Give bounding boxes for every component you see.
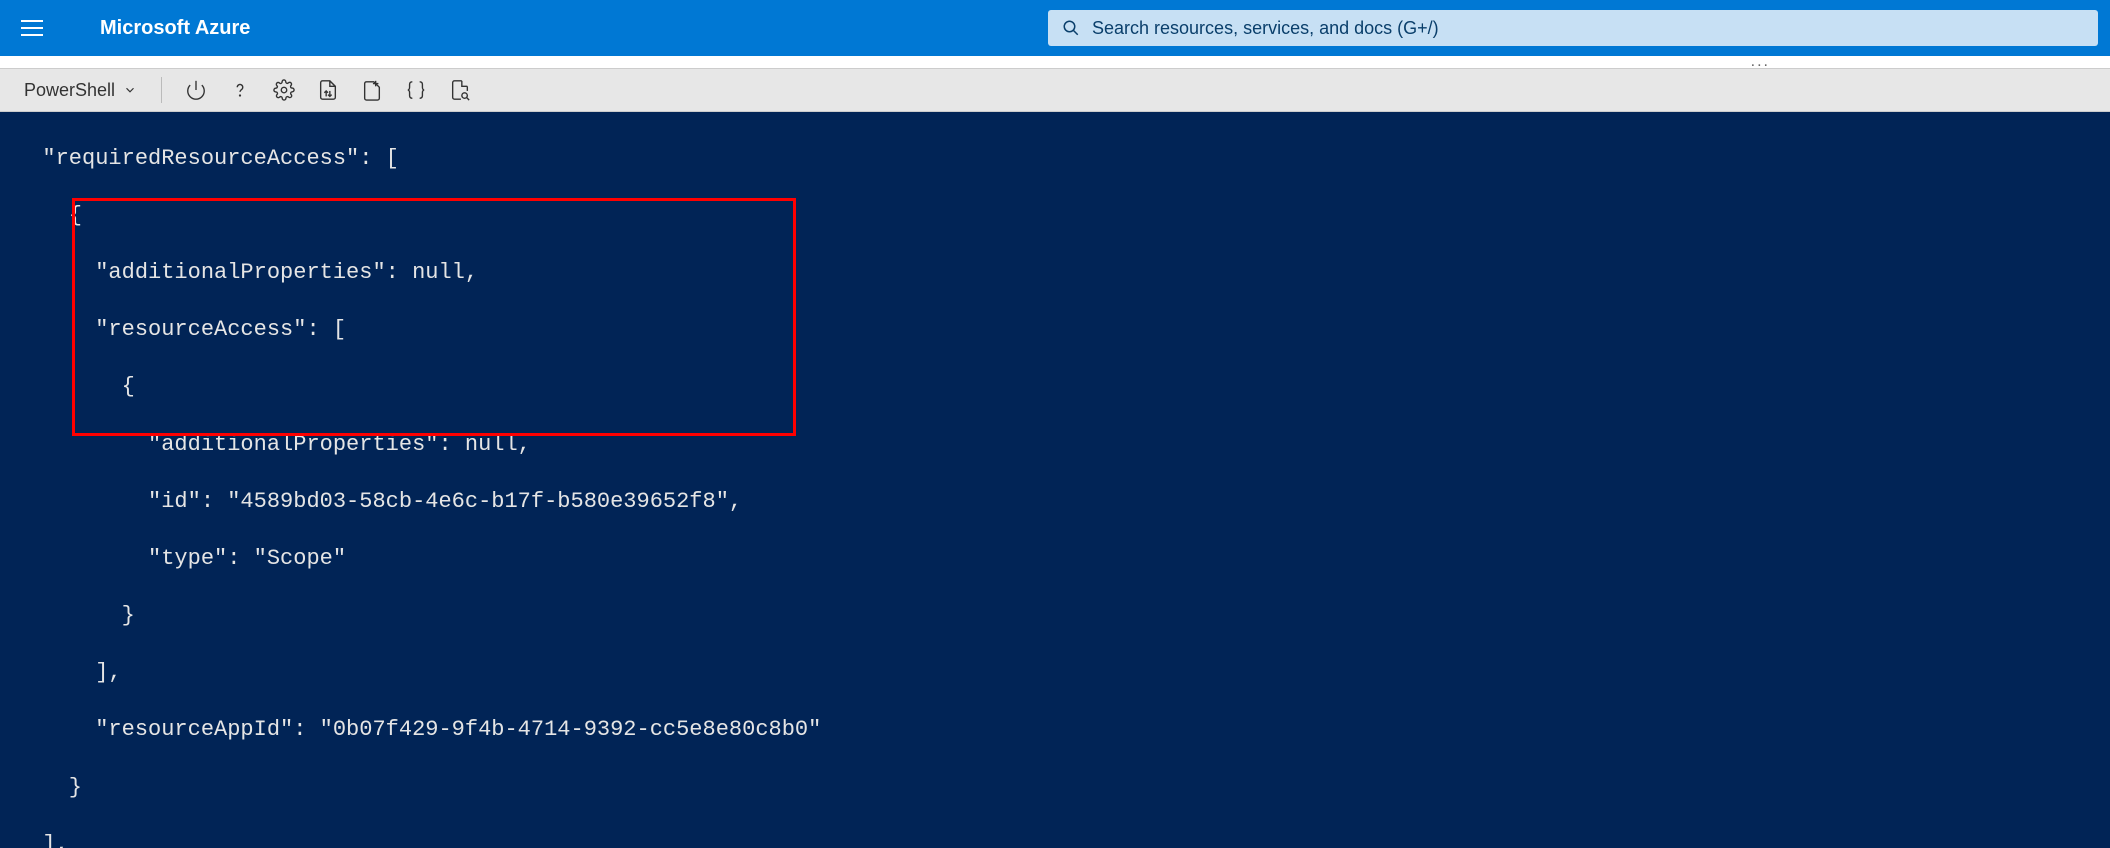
restart-button[interactable] [178, 72, 214, 108]
terminal-line: } [16, 774, 2094, 803]
file-transfer-icon [317, 79, 339, 101]
terminal-line: "id": "4589bd03-58cb-4e6c-b17f-b580e3965… [16, 488, 2094, 517]
header-bar: Microsoft Azure [0, 0, 2110, 56]
terminal-output[interactable]: "requiredResourceAccess": [ { "additiona… [0, 112, 2110, 848]
shell-selector[interactable]: PowerShell [16, 76, 145, 105]
resize-handle-row[interactable]: ... [0, 56, 2110, 68]
terminal-line: "resourceAccess": [ [16, 316, 2094, 345]
chevron-down-icon [123, 83, 137, 97]
preview-button[interactable] [442, 72, 478, 108]
terminal-line: "type": "Scope" [16, 545, 2094, 574]
settings-button[interactable] [266, 72, 302, 108]
terminal-line: "additionalProperties": null, [16, 259, 2094, 288]
terminal-line: "additionalProperties": null, [16, 431, 2094, 460]
search-container [1048, 10, 2098, 46]
file-search-icon [449, 79, 471, 101]
help-icon [229, 79, 251, 101]
ellipsis-icon: ... [1751, 53, 1770, 71]
upload-download-button[interactable] [310, 72, 346, 108]
toolbar-separator [161, 77, 162, 103]
cloud-shell-toolbar: PowerShell [0, 68, 2110, 112]
braces-icon [405, 79, 427, 101]
search-input[interactable] [1092, 18, 2084, 39]
terminal-line: ], [16, 831, 2094, 848]
new-file-icon [361, 79, 383, 101]
help-button[interactable] [222, 72, 258, 108]
terminal-line: } [16, 602, 2094, 631]
brand-label: Microsoft Azure [100, 17, 250, 40]
shell-selector-label: PowerShell [24, 80, 115, 101]
new-session-button[interactable] [354, 72, 390, 108]
terminal-line: "requiredResourceAccess": [ [16, 145, 2094, 174]
terminal-line: { [16, 202, 2094, 231]
terminal-line: "resourceAppId": "0b07f429-9f4b-4714-939… [16, 716, 2094, 745]
search-icon [1062, 19, 1080, 37]
hamburger-menu-button[interactable] [12, 8, 52, 48]
terminal-line: ], [16, 659, 2094, 688]
gear-icon [273, 79, 295, 101]
search-box[interactable] [1048, 10, 2098, 46]
editor-button[interactable] [398, 72, 434, 108]
terminal-line: { [16, 373, 2094, 402]
power-icon [185, 79, 207, 101]
